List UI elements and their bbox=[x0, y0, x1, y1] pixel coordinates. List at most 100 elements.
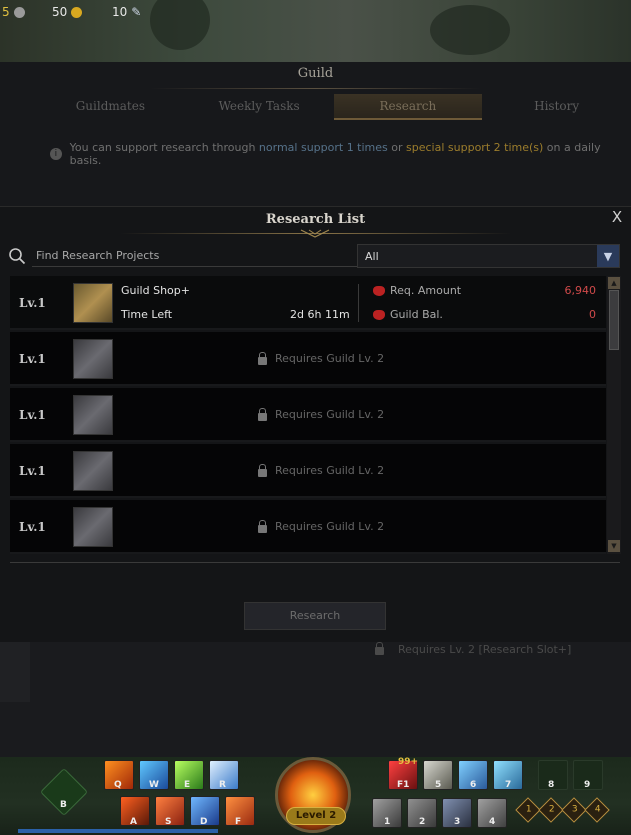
row-divider bbox=[358, 284, 359, 322]
level-badge: Level 2 bbox=[286, 807, 346, 825]
guild-panel bbox=[0, 62, 631, 207]
filter-dropdown[interactable]: All ▼ bbox=[357, 244, 620, 268]
locked-text: Requires Guild Lv. 2 bbox=[275, 520, 385, 533]
list-item[interactable]: Lv.1 Requires Guild Lv. 2 bbox=[10, 444, 606, 498]
info-special-support: special support 2 time(s) bbox=[406, 141, 544, 154]
research-project-icon bbox=[73, 451, 113, 491]
locked-text: Requires Guild Lv. 2 bbox=[275, 352, 385, 365]
key-label: W bbox=[149, 780, 159, 790]
key-label: E bbox=[184, 780, 191, 790]
gold-amount: 50 bbox=[52, 5, 68, 19]
gem-label: 3 bbox=[571, 804, 578, 815]
locked-text: Requires Guild Lv. 2 bbox=[275, 408, 385, 421]
locked-notice: Requires Guild Lv. 2 bbox=[258, 388, 384, 442]
req-amount-value: 6,940 bbox=[564, 284, 597, 297]
guild-bal-label: Guild Bal. bbox=[390, 308, 443, 321]
item-level: Lv.1 bbox=[19, 464, 46, 478]
side-panel bbox=[0, 642, 30, 702]
modal-title: Research List bbox=[265, 212, 366, 227]
time-left-value: 2d 6h 11m bbox=[290, 308, 350, 321]
guild-tabs: Guildmates Weekly Tasks Research History bbox=[36, 94, 631, 120]
gem-label: 1 bbox=[525, 804, 532, 815]
guild-shop-icon bbox=[73, 283, 113, 323]
experience-bar bbox=[18, 829, 218, 833]
key-label: 6 bbox=[470, 780, 477, 790]
research-slot-notice: Requires Lv. 2 [Research Slot+] bbox=[375, 642, 572, 656]
locked-text: Requires Guild Lv. 2 bbox=[275, 464, 385, 477]
key-label: R bbox=[219, 780, 226, 790]
lock-icon bbox=[258, 351, 267, 365]
item-level: Lv.1 bbox=[19, 520, 46, 534]
key-label: 5 bbox=[435, 780, 442, 790]
tab-weekly-tasks[interactable]: Weekly Tasks bbox=[185, 94, 334, 120]
research-list: Lv.1 Guild Shop+ Time Left 2d 6h 11m Req… bbox=[10, 276, 606, 554]
lock-icon bbox=[258, 407, 267, 421]
background-panel bbox=[0, 642, 631, 757]
time-left-label: Time Left bbox=[121, 308, 173, 321]
key-label: F bbox=[235, 817, 242, 827]
list-item[interactable]: Lv.1 Guild Shop+ Time Left 2d 6h 11m Req… bbox=[10, 276, 606, 330]
guild-title: Guild bbox=[297, 66, 334, 81]
divider bbox=[10, 562, 620, 563]
key-label: A bbox=[130, 817, 137, 827]
lock-icon bbox=[375, 642, 384, 655]
locked-notice: Requires Guild Lv. 2 bbox=[258, 444, 384, 498]
guild-bal-value: 0 bbox=[589, 308, 596, 321]
b-key-label: B bbox=[60, 800, 67, 810]
research-project-icon bbox=[73, 339, 113, 379]
key-label: 2 bbox=[419, 817, 426, 827]
research-slot-text: Requires Lv. 2 [Research Slot+] bbox=[398, 643, 572, 656]
research-project-icon bbox=[73, 395, 113, 435]
tab-history[interactable]: History bbox=[482, 94, 631, 120]
list-item[interactable]: Lv.1 Requires Guild Lv. 2 bbox=[10, 332, 606, 386]
feather-currency: 10 ✎ bbox=[112, 4, 141, 20]
info-prefix: You can support research through bbox=[69, 141, 259, 154]
potion-count: 99+ bbox=[398, 757, 419, 767]
info-normal-support: normal support 1 times bbox=[258, 141, 388, 154]
research-button[interactable]: Research bbox=[244, 602, 386, 630]
list-item[interactable]: Lv.1 Requires Guild Lv. 2 bbox=[10, 500, 606, 554]
research-project-icon bbox=[73, 507, 113, 547]
key-label: 3 bbox=[454, 817, 461, 827]
item-level: Lv.1 bbox=[19, 408, 46, 422]
info-icon: i bbox=[50, 148, 62, 160]
key-label: 8 bbox=[548, 780, 555, 790]
list-item[interactable]: Lv.1 Requires Guild Lv. 2 bbox=[10, 388, 606, 442]
title-divider bbox=[150, 88, 481, 89]
tab-guildmates[interactable]: Guildmates bbox=[36, 94, 185, 120]
req-amount-label: Req. Amount bbox=[390, 284, 462, 297]
scrollbar-thumb[interactable] bbox=[609, 290, 619, 350]
resource-icon bbox=[373, 310, 385, 320]
scroll-up-arrow-icon[interactable]: ▲ bbox=[608, 277, 620, 289]
info-text: You can support research through normal … bbox=[70, 141, 620, 167]
tab-research[interactable]: Research bbox=[333, 94, 483, 120]
scroll-down-arrow-icon[interactable]: ▼ bbox=[608, 540, 620, 552]
search-icon bbox=[9, 248, 26, 265]
silver-currency: 5 bbox=[2, 4, 25, 20]
key-label: 9 bbox=[584, 780, 591, 790]
lock-icon bbox=[258, 519, 267, 533]
game-world-view bbox=[0, 0, 631, 62]
search-input[interactable] bbox=[32, 244, 358, 267]
gem-label: 4 bbox=[594, 804, 601, 815]
key-label: 4 bbox=[489, 817, 496, 827]
key-label: 1 bbox=[384, 817, 391, 827]
key-label: Q bbox=[114, 780, 122, 790]
lock-icon bbox=[258, 463, 267, 477]
feather-icon: ✎ bbox=[131, 5, 142, 19]
resource-icon bbox=[373, 286, 385, 296]
gem-label: 2 bbox=[548, 804, 555, 815]
ornament-icon bbox=[300, 229, 330, 238]
gold-coin-icon bbox=[71, 6, 83, 18]
project-name: Guild Shop+ bbox=[121, 284, 190, 297]
chevron-down-icon[interactable]: ▼ bbox=[597, 245, 619, 267]
filter-selected-value: All bbox=[365, 249, 379, 263]
locked-notice: Requires Guild Lv. 2 bbox=[258, 332, 384, 386]
key-label: S bbox=[165, 817, 172, 827]
feather-amount: 10 bbox=[112, 5, 128, 19]
close-button[interactable]: X bbox=[609, 209, 625, 225]
silver-coin-icon bbox=[13, 6, 25, 18]
key-label: F1 bbox=[397, 780, 410, 790]
item-level: Lv.1 bbox=[19, 296, 46, 310]
locked-notice: Requires Guild Lv. 2 bbox=[258, 500, 384, 554]
